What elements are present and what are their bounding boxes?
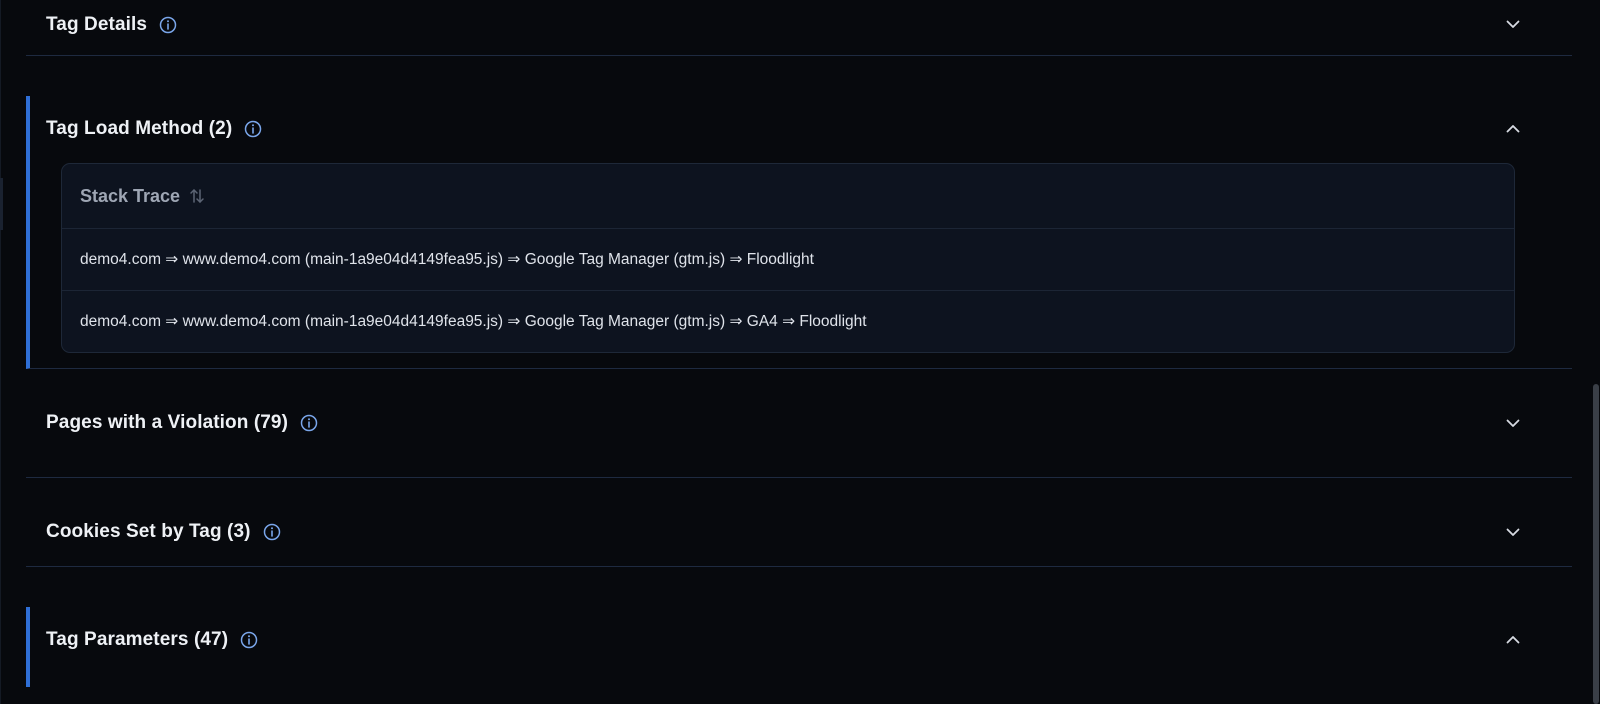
tag-detail-page: Tag Details Tag Load Method (2) Stack Tr… <box>0 0 1600 704</box>
info-circle-icon[interactable] <box>159 16 177 34</box>
accordion-list: Tag Details Tag Load Method (2) Stack Tr… <box>26 0 1572 687</box>
section-title: Cookies Set by Tag (3) <box>46 521 251 542</box>
info-circle-icon[interactable] <box>300 414 318 432</box>
section-title: Tag Load Method (2) <box>46 118 233 139</box>
section-title: Tag Details <box>46 13 148 35</box>
section-header-tag-load-method[interactable]: Tag Load Method (2) <box>30 96 1572 162</box>
section-tag-parameters: Tag Parameters (47) <box>26 607 1572 687</box>
chevron-down-icon[interactable] <box>1503 14 1523 34</box>
chevron-down-icon[interactable] <box>1503 413 1523 433</box>
stack-trace-cell: demo4.com ⇒ www.demo4.com (main-1a9e04d4… <box>80 313 867 330</box>
table-row[interactable]: demo4.com ⇒ www.demo4.com (main-1a9e04d4… <box>62 229 1514 291</box>
section-tag-load-method: Tag Load Method (2) Stack Trace demo4.co… <box>26 96 1572 369</box>
page-left-edge <box>0 0 1 704</box>
section-header-tag-details[interactable]: Tag Details <box>26 0 1572 55</box>
section-header-tag-parameters[interactable]: Tag Parameters (47) <box>30 607 1572 673</box>
info-circle-icon[interactable] <box>240 631 258 649</box>
chevron-up-icon[interactable] <box>1503 119 1523 139</box>
chevron-down-icon[interactable] <box>1503 522 1523 542</box>
section-tag-details: Tag Details <box>26 0 1572 56</box>
page-left-edge-mark <box>0 178 3 230</box>
column-header-stack-trace[interactable]: Stack Trace <box>80 186 180 207</box>
stack-trace-cell: demo4.com ⇒ www.demo4.com (main-1a9e04d4… <box>80 251 814 268</box>
section-header-cookies-set-by-tag[interactable]: Cookies Set by Tag (3) <box>26 458 1572 606</box>
scrollbar-thumb[interactable] <box>1593 384 1599 704</box>
stack-trace-table: Stack Trace demo4.com ⇒ www.demo4.com (m… <box>61 163 1515 353</box>
section-title: Pages with a Violation (79) <box>46 412 289 433</box>
table-header: Stack Trace <box>62 164 1514 229</box>
section-title: Tag Parameters (47) <box>46 629 229 650</box>
section-cookies-set-by-tag: Cookies Set by Tag (3) <box>26 458 1572 567</box>
info-circle-icon[interactable] <box>263 523 281 541</box>
info-circle-icon[interactable] <box>244 120 262 138</box>
sort-arrows-icon[interactable] <box>188 187 206 205</box>
chevron-up-icon[interactable] <box>1503 630 1523 650</box>
table-row[interactable]: demo4.com ⇒ www.demo4.com (main-1a9e04d4… <box>62 291 1514 352</box>
